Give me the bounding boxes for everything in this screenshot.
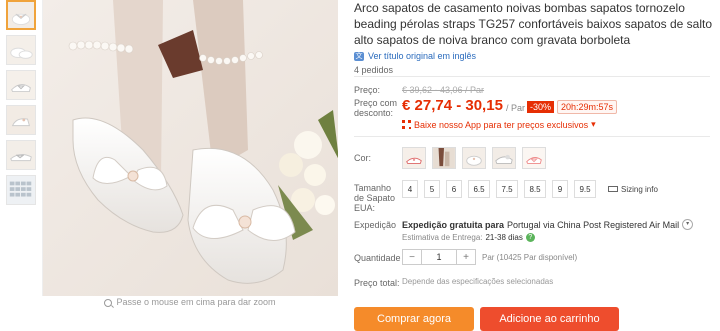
color-option-3[interactable] xyxy=(462,147,486,169)
shipping-info[interactable]: Expedição gratuita para Portugal via Chi… xyxy=(402,219,694,230)
original-price: € 39,62 - 43,06 / Par xyxy=(402,85,485,95)
total-label: Preço total: xyxy=(354,278,400,288)
product-title: Arco sapatos de casamento noivas bombas … xyxy=(354,1,712,47)
eta-label: Estimativa de Entrega: xyxy=(402,233,483,242)
thumbnail-3[interactable] xyxy=(6,70,36,100)
zoom-hint-text: Passe o mouse em cima para dar zoom xyxy=(116,297,276,307)
size-label: Tamanho de Sapato EUA: xyxy=(354,183,396,213)
quantity-plus-button[interactable]: + xyxy=(456,249,476,265)
size-option[interactable]: 5 xyxy=(424,180,440,198)
price-label: Preço: xyxy=(354,85,381,95)
thumbnail-6[interactable] xyxy=(6,175,36,205)
shipping-label: Expedição xyxy=(354,220,397,230)
total-value: Depende das especificações selecionadas xyxy=(402,277,554,286)
color-label: Cor: xyxy=(354,153,372,163)
size-option[interactable]: 6.5 xyxy=(468,180,490,198)
bridal-shoes-photo xyxy=(43,0,338,296)
size-option[interactable]: 7.5 xyxy=(496,180,518,198)
sizing-info-link[interactable]: Sizing info xyxy=(608,185,658,194)
discount-price-label: Preço com desconto: xyxy=(354,98,398,118)
color-option-4[interactable] xyxy=(492,147,516,169)
quantity-label: Quantidade xyxy=(354,253,401,263)
chevron-down-icon: ▾ xyxy=(591,119,596,129)
magnifier-icon xyxy=(104,298,113,307)
color-option-5[interactable] xyxy=(522,147,546,169)
size-options: 4 5 6 6.5 7.5 8.5 9 9.5 Sizing info xyxy=(402,180,658,198)
thumbnail-1[interactable] xyxy=(6,0,36,30)
translate-link[interactable]: Ver título original em inglês xyxy=(368,51,476,61)
countdown-timer: 20h:29m:57s xyxy=(557,100,618,114)
chevron-down-icon[interactable]: ▾ xyxy=(682,219,694,230)
quantity-input[interactable]: 1 xyxy=(422,249,456,265)
quantity-stepper: − 1 + Par (10425 Par disponível) xyxy=(402,249,577,265)
app-promo-link[interactable]: Baixe nosso App para ter preços exclusiv… xyxy=(402,119,596,130)
divider xyxy=(354,76,710,77)
translate-icon: 文 xyxy=(354,51,364,61)
divider xyxy=(354,136,710,137)
quantity-available: Par (10425 Par disponível) xyxy=(482,252,578,262)
product-info: Arco sapatos de casamento noivas bombas … xyxy=(354,0,714,75)
zoom-hint: Passe o mouse em cima para dar zoom xyxy=(42,297,338,307)
size-option[interactable]: 4 xyxy=(402,180,418,198)
discount-badge: -30% xyxy=(527,101,555,113)
thumbnail-4[interactable] xyxy=(6,105,36,135)
sizing-info-text[interactable]: Sizing info xyxy=(621,185,658,194)
qr-code-icon xyxy=(402,120,411,129)
size-option[interactable]: 9 xyxy=(552,180,568,198)
color-option-1[interactable] xyxy=(402,147,426,169)
thumbnail-2[interactable] xyxy=(6,35,36,65)
main-product-image[interactable] xyxy=(42,0,338,296)
shipping-details: Portugal via China Post Registered Air M… xyxy=(507,219,680,230)
size-option[interactable]: 8.5 xyxy=(524,180,546,198)
translate-link-row[interactable]: 文 Ver título original em inglês xyxy=(354,51,714,61)
free-shipping-text: Expedição gratuita para xyxy=(402,219,505,230)
size-option[interactable]: 6 xyxy=(446,180,462,198)
help-icon[interactable]: ? xyxy=(525,233,535,242)
orders-count: 4 pedidos xyxy=(354,65,394,75)
quantity-minus-button[interactable]: − xyxy=(402,249,422,265)
eta-value: 21-38 dias xyxy=(485,233,523,242)
color-options xyxy=(402,147,546,169)
size-option[interactable]: 9.5 xyxy=(574,180,596,198)
discount-price: € 27,74 - 30,15 xyxy=(402,97,503,114)
app-promo-text[interactable]: Baixe nosso App para ter preços exclusiv… xyxy=(414,120,588,130)
buy-now-button[interactable]: Comprar agora xyxy=(354,307,474,331)
ruler-icon xyxy=(608,186,618,192)
price-unit: / Par xyxy=(506,103,526,113)
color-option-2[interactable] xyxy=(432,147,456,169)
thumbnail-5[interactable] xyxy=(6,140,36,170)
delivery-estimate: Estimativa de Entrega: 21-38 dias ? xyxy=(402,233,535,242)
add-to-cart-button[interactable]: Adicione ao carrinho xyxy=(480,307,619,331)
